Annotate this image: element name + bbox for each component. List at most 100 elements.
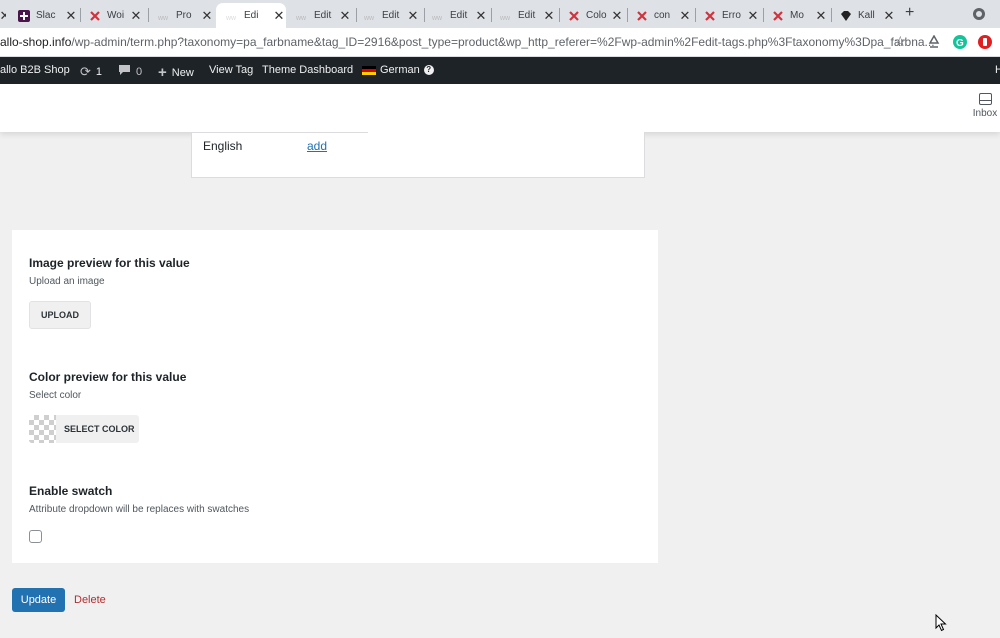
tab-title: Edit	[450, 10, 468, 21]
admin-bar-comments[interactable]: 0	[118, 64, 142, 79]
tab-wordpress[interactable]: ww Edit ✕	[364, 3, 420, 28]
tab-close-icon[interactable]: ✕	[746, 8, 760, 24]
tab-close-icon[interactable]: ✕	[542, 8, 556, 24]
tab-kall[interactable]: Kall ✕	[840, 3, 896, 28]
tab-joomla[interactable]: Colo ✕	[568, 3, 624, 28]
tab-wordpress[interactable]: ww Edit ✕	[296, 3, 352, 28]
tab-title: Woi	[107, 10, 125, 21]
admin-bar-language[interactable]: German ?	[362, 64, 434, 76]
tab-title: Colo	[586, 10, 607, 21]
tab-partial[interactable]: ✕	[0, 3, 6, 28]
joomla-icon	[636, 10, 648, 22]
plus-icon: +	[158, 64, 167, 81]
tab-slack[interactable]: Slac ✕	[18, 3, 78, 28]
tab-active[interactable]: ww Edi ✕	[216, 3, 286, 28]
grammarly-extension-icon[interactable]: G	[953, 35, 967, 49]
help-icon: ?	[423, 65, 434, 75]
tab-separator	[491, 8, 492, 22]
tab-joomla[interactable]: Woi ✕	[89, 3, 143, 28]
wordpress-icon: ww	[364, 10, 376, 22]
comments-count: 0	[136, 65, 143, 78]
wordpress-icon: ww	[432, 10, 444, 22]
comment-icon	[118, 64, 131, 79]
select-color-label: SELECT COLOR	[64, 424, 135, 434]
tab-wordpress[interactable]: ww Pro ✕	[158, 3, 214, 28]
tab-close-icon[interactable]: ✕	[474, 8, 488, 24]
url-path: /wp-admin/term.php?taxonomy=pa_farbname&…	[71, 35, 935, 49]
tab-title: Edit	[314, 10, 332, 21]
wp-admin-bar: allo B2B Shop ⟳ 1 0 + New View Tag Theme…	[0, 57, 1000, 84]
tab-wordpress[interactable]: ww Edit ✕	[500, 3, 556, 28]
tab-title: Edit	[382, 10, 400, 21]
select-color-button[interactable]: SELECT COLOR	[29, 415, 139, 443]
tab-separator	[559, 8, 560, 22]
tab-close-icon[interactable]: ✕	[814, 8, 828, 24]
tab-close-icon[interactable]: ✕	[129, 8, 143, 24]
tab-title: Edit	[518, 10, 536, 21]
admin-bar-theme-dashboard[interactable]: Theme Dashboard	[262, 64, 353, 76]
color-preview-title: Color preview for this value	[29, 370, 187, 384]
mouse-cursor-icon	[935, 614, 947, 632]
tab-close-icon[interactable]: ✕	[882, 8, 896, 24]
admin-bar-new[interactable]: + New	[158, 64, 194, 81]
enable-swatch-checkbox[interactable]	[29, 530, 42, 543]
image-preview-title: Image preview for this value	[29, 256, 190, 270]
svg-text:ww: ww	[500, 15, 511, 22]
tab-joomla[interactable]: con ✕	[636, 3, 692, 28]
upload-button[interactable]: UPLOAD	[29, 301, 91, 329]
tab-close-icon[interactable]: ✕	[272, 8, 286, 24]
svg-text:ww: ww	[226, 15, 237, 22]
tab-close-icon[interactable]: ✕	[610, 8, 624, 24]
new-tab-button[interactable]: +	[905, 4, 914, 22]
admin-bar-site-name[interactable]: allo B2B Shop	[0, 64, 70, 76]
update-button[interactable]: Update	[12, 588, 65, 612]
wordpress-icon: ww	[296, 10, 308, 22]
svg-text:ww: ww	[364, 15, 375, 22]
block-extension-icon[interactable]	[978, 35, 992, 49]
inbox-label: Inbox	[972, 108, 998, 119]
address-bar[interactable]: allo-shop.info/wp-admin/term.php?taxonom…	[0, 28, 1000, 57]
woocommerce-header: Inbox	[0, 84, 1000, 132]
add-translation-link[interactable]: add	[307, 139, 327, 153]
joomla-icon	[772, 10, 784, 22]
tab-close-icon[interactable]: ✕	[0, 8, 6, 24]
tab-close-icon[interactable]: ✕	[678, 8, 692, 24]
language-label: German	[380, 64, 420, 76]
german-flag-icon	[362, 65, 376, 75]
image-preview-desc: Upload an image	[29, 276, 105, 287]
tab-joomla[interactable]: Mo ✕	[772, 3, 828, 28]
tab-separator	[627, 8, 628, 22]
admin-bar-view-tag[interactable]: View Tag	[209, 64, 253, 76]
admin-bar-updates[interactable]: ⟳ 1	[80, 64, 102, 80]
tab-close-icon[interactable]: ✕	[200, 8, 214, 24]
svg-text:ww: ww	[158, 15, 169, 22]
tab-wordpress[interactable]: ww Edit ✕	[432, 3, 488, 28]
tab-title: Mo	[790, 10, 804, 21]
delete-link[interactable]: Delete	[74, 594, 106, 606]
joomla-icon	[568, 10, 580, 22]
inbox-icon	[978, 93, 992, 105]
tab-title: Pro	[176, 10, 192, 21]
bookmark-star-icon[interactable]: ☆	[894, 33, 907, 50]
url-host: allo-shop.info	[0, 35, 72, 49]
tab-search-icon[interactable]	[973, 8, 985, 20]
color-preview-desc: Select color	[29, 390, 82, 401]
svg-text:G: G	[956, 38, 964, 49]
enable-swatch-title: Enable swatch	[29, 484, 113, 498]
translation-language: English	[203, 139, 243, 153]
recycle-extension-icon[interactable]	[927, 34, 941, 49]
tab-title: Slac	[36, 10, 56, 21]
joomla-icon	[704, 10, 716, 22]
svg-text:ww: ww	[296, 15, 307, 22]
inbox-button[interactable]: Inbox	[968, 93, 1000, 119]
browser-tab-strip: ✕ Slac ✕ Woi ✕ ww Pro ✕ ww Edi ✕ ww Edit…	[0, 0, 1000, 28]
admin-bar-account[interactable]: H	[995, 64, 1000, 76]
tab-close-icon[interactable]: ✕	[406, 8, 420, 24]
tab-close-icon[interactable]: ✕	[64, 8, 78, 24]
tab-separator	[695, 8, 696, 22]
tab-close-icon[interactable]: ✕	[338, 8, 352, 24]
swatch-settings-panel: Image preview for this value Upload an i…	[12, 230, 658, 563]
tab-joomla[interactable]: Erro ✕	[704, 3, 760, 28]
svg-text:ww: ww	[432, 15, 443, 22]
url-text[interactable]: allo-shop.info/wp-admin/term.php?taxonom…	[0, 35, 935, 49]
